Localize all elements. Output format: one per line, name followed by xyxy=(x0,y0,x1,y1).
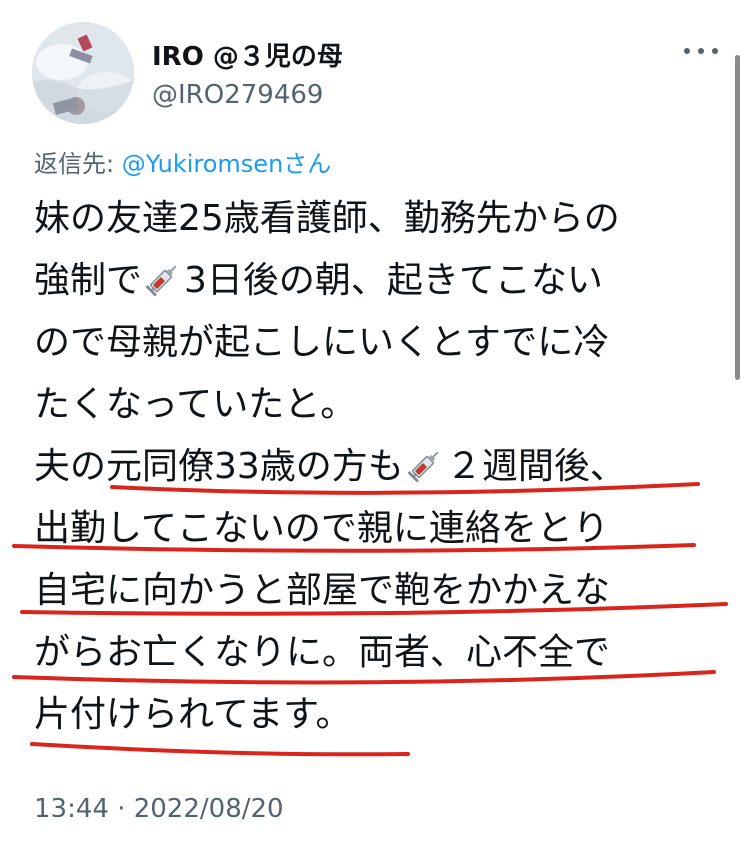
tweet-line: 強制で 3日後の朝、起きてこない xyxy=(34,250,724,312)
tweet-line-text: がらお亡くなりに。両者、心不全で xyxy=(34,632,611,673)
scrollbar[interactable] xyxy=(735,55,740,380)
more-dot xyxy=(684,48,690,54)
tweet-line-text: 出勤してこないので親に連絡をとり xyxy=(34,508,609,549)
tweet-line: たくなっていたと。 xyxy=(34,374,724,436)
tweet-line-text: たくなっていたと。 xyxy=(34,384,357,425)
reply-context: 返信先: @Yukiromsenさん xyxy=(34,144,331,179)
tweet-line-text: 強制で xyxy=(34,260,143,301)
syringe-emoji-icon xyxy=(145,265,177,297)
display-name[interactable]: IRO @３児の母 xyxy=(152,36,343,73)
reply-mention-link[interactable]: @Yukiromsen xyxy=(122,150,284,178)
reply-suffix: さん xyxy=(283,150,332,178)
reply-label: 返信先: xyxy=(34,150,122,178)
more-options-icon[interactable] xyxy=(684,44,718,58)
tweet-line-text: 妹の友達25歳看護師、勤務先からの xyxy=(34,198,620,239)
tweet-line: 片付けられてます。 xyxy=(34,684,724,746)
tweet-line: 夫の元同僚33歳の方も ２週間後、 xyxy=(34,436,724,498)
tweet-line-text: 片付けられてます。 xyxy=(34,694,352,735)
tweet-line-text: 夫の元同僚33歳の方も xyxy=(34,446,404,487)
user-handle[interactable]: @IRO279469 xyxy=(152,80,323,110)
tweet-text: 妹の友達25歳看護師、勤務先からの 強制で 3日後の朝、起きてこない ので母親が起… xyxy=(34,188,724,746)
tweet-line: 妹の友達25歳看護師、勤務先からの xyxy=(34,188,724,250)
more-dot xyxy=(712,48,718,54)
tweet-line: 自宅に向かうと部屋で鞄をかかえな xyxy=(34,560,724,622)
tweet-line: ので母親が起こしにいくとすでに冷 xyxy=(34,312,724,374)
avatar[interactable] xyxy=(32,22,134,124)
tweet-timestamp[interactable]: 13:44 · 2022/08/20 xyxy=(34,794,284,824)
tweet-line-text: ２週間後、 xyxy=(445,446,626,487)
tweet-line: 出勤してこないので親に連絡をとり xyxy=(34,498,724,560)
syringe-emoji-icon xyxy=(407,451,439,483)
avatar-image xyxy=(32,22,134,124)
tweet-line-text: ので母親が起こしにいくとすでに冷 xyxy=(34,322,610,363)
tweet-line-text: 3日後の朝、起きてこない xyxy=(184,260,603,301)
tweet-line-text: 自宅に向かうと部屋で鞄をかかえな xyxy=(34,570,611,611)
tweet-line: がらお亡くなりに。両者、心不全で xyxy=(34,622,724,684)
more-dot xyxy=(698,48,704,54)
